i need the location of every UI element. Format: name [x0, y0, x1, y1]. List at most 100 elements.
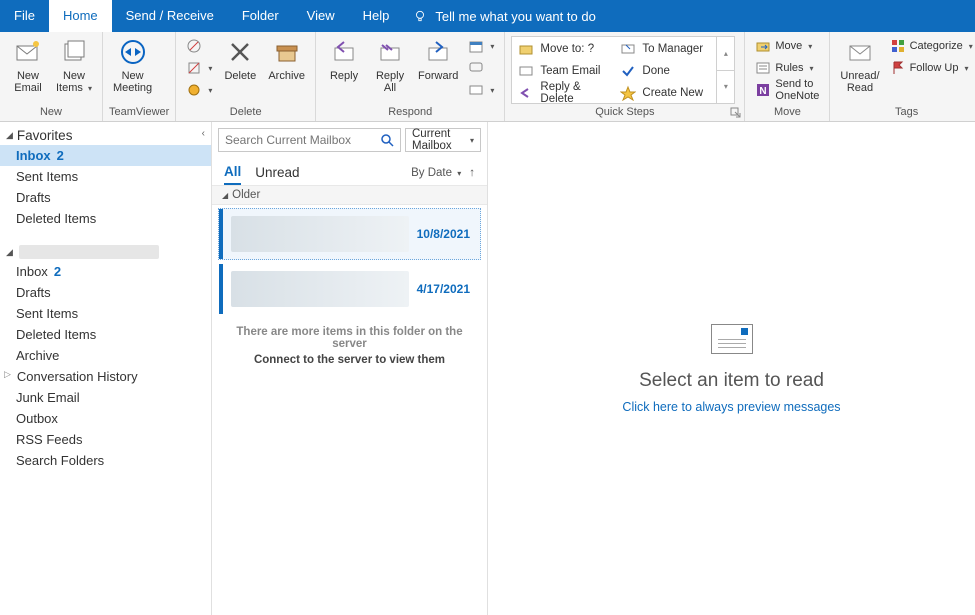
folder-junk-email[interactable]: Junk Email: [0, 387, 211, 408]
search-scope-button[interactable]: Current Mailbox▾: [405, 128, 481, 152]
archive-label: Archive: [268, 70, 305, 82]
folder-rss-feeds[interactable]: RSS Feeds: [0, 429, 211, 450]
search-box[interactable]: [218, 128, 401, 152]
reply-button[interactable]: Reply: [322, 34, 366, 84]
sort-button[interactable]: By Date ▾: [411, 167, 461, 179]
tell-me[interactable]: Tell me what you want to do: [413, 9, 595, 24]
onenote-button[interactable]: NSend to OneNote: [751, 80, 823, 100]
reply-all-icon: [374, 36, 406, 68]
create-new-icon: [620, 85, 636, 101]
cleanup-button[interactable]: ▾: [182, 58, 216, 78]
unread-read-icon: [844, 36, 876, 68]
team-email-icon: [518, 63, 534, 79]
account-header[interactable]: ◢: [0, 243, 211, 261]
group-tags: Unread/ Read Categorize▾ Follow Up▾ Tags: [830, 32, 975, 121]
qs-create-new[interactable]: Create New: [614, 83, 716, 103]
folder-deleted-items[interactable]: Deleted Items: [0, 324, 211, 345]
qs-dialog-launcher[interactable]: [730, 107, 742, 119]
server-connect-link[interactable]: Connect to the server to view them: [212, 350, 487, 370]
always-preview-link[interactable]: Click here to always preview messages: [622, 400, 840, 414]
qs-reply-delete[interactable]: Reply & Delete: [512, 83, 614, 103]
filter-unread[interactable]: Unread: [255, 161, 299, 184]
delete-label: Delete: [224, 70, 256, 82]
delete-icon: [224, 36, 256, 68]
fav-item-inbox[interactable]: Inbox2: [0, 145, 211, 166]
ribbon-tabs: File Home Send / Receive Folder View Hel…: [0, 0, 975, 32]
message-item[interactable]: 4/17/2021: [218, 263, 481, 315]
reading-pane: Select an item to read Click here to alw…: [488, 122, 975, 615]
teamviewer-icon: [117, 36, 149, 68]
folder-sent-items[interactable]: Sent Items: [0, 303, 211, 324]
reply-label: Reply: [330, 70, 358, 82]
new-meeting-button[interactable]: New Meeting: [109, 34, 156, 96]
message-list-pane: Current Mailbox▾ All Unread By Date ▾ ↑ …: [212, 122, 488, 615]
filter-all[interactable]: All: [224, 160, 241, 185]
reply-icon: [328, 36, 360, 68]
forward-label: Forward: [418, 70, 458, 82]
tab-folder[interactable]: Folder: [228, 0, 293, 32]
folder-search-folders[interactable]: Search Folders: [0, 450, 211, 471]
unread-read-button[interactable]: Unread/ Read: [836, 34, 883, 96]
follow-up-button[interactable]: Follow Up▾: [886, 58, 975, 78]
reply-all-button[interactable]: Reply All: [368, 34, 412, 96]
folder-inbox[interactable]: Inbox2: [0, 261, 211, 282]
qs-team-email[interactable]: Team Email: [512, 61, 614, 81]
sort-direction-button[interactable]: ↑: [469, 167, 475, 179]
delete-button[interactable]: Delete: [218, 34, 262, 84]
group-move-label: Move: [751, 105, 823, 121]
im-button[interactable]: [464, 58, 498, 78]
new-items-button[interactable]: New Items ▾: [52, 34, 96, 97]
search-icon[interactable]: [380, 133, 394, 147]
im-icon: [468, 60, 484, 76]
tab-help[interactable]: Help: [349, 0, 404, 32]
qs-gallery-more[interactable]: ▾: [717, 71, 734, 104]
tab-send-receive[interactable]: Send / Receive: [112, 0, 228, 32]
forward-button[interactable]: Forward: [414, 34, 462, 84]
tab-file[interactable]: File: [0, 0, 49, 32]
cleanup-icon: [186, 60, 202, 76]
fav-item-deleted-items[interactable]: Deleted Items: [0, 208, 211, 229]
forward-icon: [422, 36, 454, 68]
message-preview-redacted: [231, 216, 409, 252]
qs-scroll-up[interactable]: ▴: [717, 37, 734, 71]
fav-item-drafts[interactable]: Drafts: [0, 187, 211, 208]
qs-to-manager[interactable]: To Manager: [614, 39, 716, 59]
onenote-icon: N: [755, 82, 771, 98]
categorize-button[interactable]: Categorize▾: [886, 36, 975, 56]
new-email-label: New Email: [14, 70, 42, 94]
ribbon: New Email New Items ▾ New New Meeting Te…: [0, 32, 975, 122]
rules-button[interactable]: Rules▾: [751, 58, 823, 78]
meeting-reply-button[interactable]: ▾: [464, 36, 498, 56]
folder-move-icon: [518, 41, 534, 57]
tab-view[interactable]: View: [293, 0, 349, 32]
more-respond-button[interactable]: ▾: [464, 80, 498, 100]
folder-nav: ‹ ◢Favorites Inbox2Sent ItemsDraftsDelet…: [0, 122, 212, 615]
group-header-older[interactable]: ◢Older: [212, 185, 487, 205]
search-input[interactable]: [225, 133, 380, 147]
favorites-header[interactable]: ◢Favorites: [0, 126, 202, 145]
ignore-icon: [186, 38, 202, 54]
junk-button[interactable]: ▾: [182, 80, 216, 100]
tab-home[interactable]: Home: [49, 0, 112, 32]
group-new-label: New: [6, 105, 96, 121]
group-quick-steps: Move to: ? Team Email Reply & Delete To …: [505, 32, 745, 121]
fav-item-sent-items[interactable]: Sent Items: [0, 166, 211, 187]
nav-collapse-button[interactable]: ‹: [202, 126, 205, 139]
archive-button[interactable]: Archive: [264, 34, 309, 84]
rules-icon: [755, 60, 771, 76]
more-icon: [468, 82, 484, 98]
folder-outbox[interactable]: Outbox: [0, 408, 211, 429]
move-button[interactable]: Move▾: [751, 36, 823, 56]
group-qs-label: Quick Steps: [511, 105, 738, 121]
junk-icon: [186, 82, 202, 98]
qs-move-to[interactable]: Move to: ?: [512, 39, 614, 59]
tell-me-text: Tell me what you want to do: [435, 9, 595, 24]
folder-archive[interactable]: Archive: [0, 345, 211, 366]
message-item[interactable]: 10/8/2021: [218, 208, 481, 260]
folder-conversation-history[interactable]: ▷Conversation History: [0, 366, 211, 387]
qs-done[interactable]: Done: [614, 61, 716, 81]
folder-drafts[interactable]: Drafts: [0, 282, 211, 303]
new-email-button[interactable]: New Email: [6, 34, 50, 96]
new-meeting-label: New Meeting: [113, 70, 152, 94]
ignore-button[interactable]: [182, 36, 216, 56]
